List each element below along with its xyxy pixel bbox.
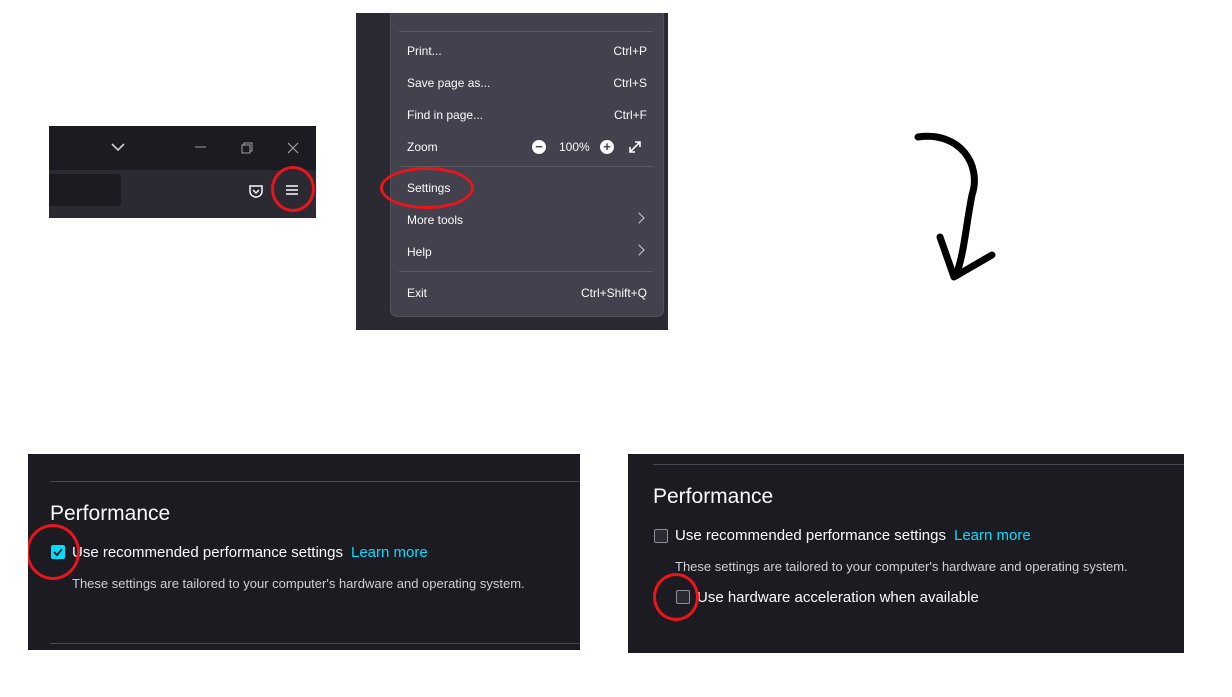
- menu-item-save-page[interactable]: Save page as... Ctrl+S: [407, 72, 647, 94]
- zoom-out-button[interactable]: −: [532, 140, 546, 154]
- recommended-settings-label[interactable]: Use recommended performance settings: [72, 544, 343, 561]
- settings-description: These settings are tailored to your comp…: [675, 559, 1128, 574]
- learn-more-link[interactable]: Learn more: [954, 527, 1031, 544]
- recommended-settings-checkbox[interactable]: [654, 529, 668, 543]
- menu-item-shortcut: Ctrl+Shift+Q: [580, 286, 647, 300]
- close-icon[interactable]: [287, 142, 299, 154]
- zoom-in-button[interactable]: +: [600, 140, 614, 154]
- divider: [50, 643, 580, 644]
- chevron-right-icon: [633, 244, 645, 256]
- chevron-down-icon[interactable]: [111, 142, 125, 152]
- menu-item-help[interactable]: Help: [407, 241, 647, 263]
- settings-description: These settings are tailored to your comp…: [72, 576, 525, 591]
- zoom-level[interactable]: 100%: [559, 136, 590, 158]
- hardware-acceleration-checkbox[interactable]: [676, 590, 690, 604]
- menu-item-shortcut: Ctrl+P: [613, 44, 647, 58]
- menu-item-label: Settings: [407, 181, 451, 195]
- menu-separator: [399, 166, 653, 167]
- menu-item-label: More tools: [407, 213, 464, 227]
- menu-item-label: Save page as...: [407, 76, 491, 90]
- menu-item-zoom: Zoom − 100% +: [407, 136, 647, 158]
- divider: [653, 464, 1184, 465]
- curved-arrow-icon: [914, 132, 996, 281]
- menu-item-shortcut: Ctrl+S: [613, 76, 647, 90]
- menu-item-label: Print...: [407, 44, 442, 58]
- menu-item-more-tools[interactable]: More tools: [407, 209, 647, 231]
- divider: [50, 481, 580, 482]
- title-bar: [49, 126, 316, 170]
- menu-item-exit[interactable]: Exit Ctrl+Shift+Q: [407, 282, 647, 304]
- app-menu-panel: Print... Ctrl+P Save page as... Ctrl+S F…: [356, 13, 668, 330]
- menu-item-print[interactable]: Print... Ctrl+P: [407, 40, 647, 62]
- learn-more-link[interactable]: Learn more: [351, 544, 428, 561]
- app-menu: Print... Ctrl+P Save page as... Ctrl+S F…: [390, 13, 664, 317]
- browser-toolbar-panel: [49, 126, 316, 218]
- section-title: Performance: [653, 485, 774, 508]
- hamburger-menu-icon[interactable]: [286, 184, 298, 196]
- recommended-settings-checkbox[interactable]: [51, 545, 65, 559]
- minimize-icon[interactable]: [195, 146, 207, 148]
- pocket-icon[interactable]: [248, 183, 264, 199]
- menu-separator: [399, 31, 653, 32]
- checkmark-icon: [53, 548, 63, 557]
- menu-item-label: Exit: [407, 286, 428, 300]
- menu-item-label: Zoom: [407, 140, 438, 154]
- recommended-settings-label[interactable]: Use recommended performance settings: [675, 527, 946, 544]
- settings-performance-after: Performance Use recommended performance …: [628, 454, 1184, 653]
- menu-item-label: Find in page...: [407, 108, 484, 122]
- chevron-right-icon: [633, 212, 645, 224]
- hardware-acceleration-label[interactable]: Use hardware acceleration when available: [697, 589, 979, 606]
- menu-item-find-in-page[interactable]: Find in page... Ctrl+F: [407, 104, 647, 126]
- section-title: Performance: [50, 502, 171, 525]
- menu-item-settings[interactable]: Settings: [407, 177, 647, 199]
- menu-separator: [399, 271, 653, 272]
- menu-item-label: Help: [407, 245, 432, 259]
- menu-item-shortcut: Ctrl+F: [614, 108, 647, 122]
- url-bar[interactable]: [49, 174, 121, 206]
- fullscreen-icon[interactable]: [627, 139, 643, 155]
- navigation-bar: [49, 170, 316, 218]
- restore-icon[interactable]: [241, 142, 253, 154]
- settings-performance-before: Performance Use recommended performance …: [28, 454, 580, 650]
